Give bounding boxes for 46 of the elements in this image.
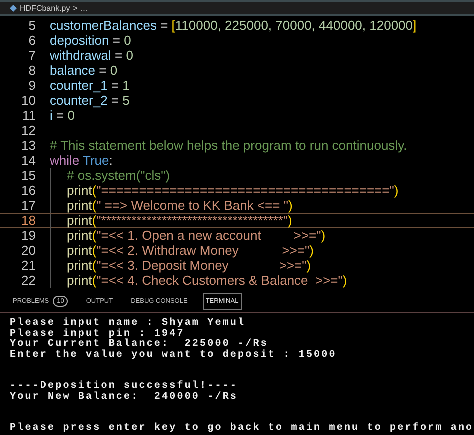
line-number: 21 <box>20 258 37 273</box>
breadcrumb-separator: > <box>73 4 78 12</box>
code-line: print("=<< 3. Deposit Money >>=") <box>50 258 312 273</box>
code-line: balance = 0 <box>50 63 118 78</box>
line-number: 19 <box>20 228 37 243</box>
line-number: 11 <box>22 108 37 123</box>
code-line: # This statement below helps the program to run continuously. <box>50 138 408 153</box>
code-line: while True: <box>50 153 113 168</box>
line-number: 10 <box>20 93 37 108</box>
line-number: 12 <box>20 123 37 138</box>
code-line: withdrawal = 0 <box>50 48 134 63</box>
line-number: 7 <box>28 48 37 63</box>
code-line: counter_1 = 1 <box>50 78 130 93</box>
terminal-output-line: ----Deposition successful!---- <box>10 382 240 392</box>
code-line: print("=<< 2. Withdraw Money >>=") <box>50 243 314 258</box>
line-number: 18 <box>20 214 37 227</box>
code-line: # os.system("cls") <box>50 168 170 183</box>
line-number: 9 <box>28 78 37 93</box>
code-line: print("======================================") <box>50 183 399 198</box>
line-number: 5 <box>28 18 37 33</box>
breadcrumb-file[interactable]: HDFCbank.py <box>20 4 70 12</box>
line-number: 15 <box>20 168 37 183</box>
code-line: print(" ==> Welcome to KK Bank <== ") <box>50 198 293 213</box>
line-number: 20 <box>20 243 37 258</box>
code-line: print("************************************") <box>50 214 292 227</box>
line-number: 16 <box>20 183 37 198</box>
terminal-output-line: Please input name : Shyam Yemul <box>10 319 247 329</box>
line-number: 22 <box>20 273 37 288</box>
line-number: 14 <box>20 153 37 168</box>
terminal-output-line: Please press enter key to go back to main menu to perform ano <box>10 424 474 434</box>
code-line: counter_2 = 5 <box>50 93 130 108</box>
terminal-output-line: Your Current Balance: 225000 -/Rs <box>10 340 268 350</box>
terminal-output-line: Enter the value you want to deposit : 15000 <box>10 350 338 361</box>
terminal-output-line: Please input pin : 1947 <box>10 330 186 340</box>
python-file-icon <box>10 4 17 12</box>
line-number: 8 <box>28 63 37 78</box>
code-line: customerBalances = [110000, 225000, 70000, 440000, 120000] <box>50 18 417 33</box>
code-line: print("=<< 1. Open a new account >>=") <box>50 228 326 243</box>
line-number: 13 <box>20 138 37 153</box>
code-line: i = 0 <box>50 108 75 123</box>
line-number: 17 <box>20 198 37 213</box>
breadcrumb-trail[interactable]: ... <box>80 4 88 12</box>
line-number: 6 <box>28 33 37 48</box>
terminal-output-line: Your New Balance: 240000 -/Rs <box>10 392 240 403</box>
code-line: print("=<< 4. Check Customers & Balance >>=") <box>50 273 348 288</box>
code-line: deposition = 0 <box>50 33 132 48</box>
